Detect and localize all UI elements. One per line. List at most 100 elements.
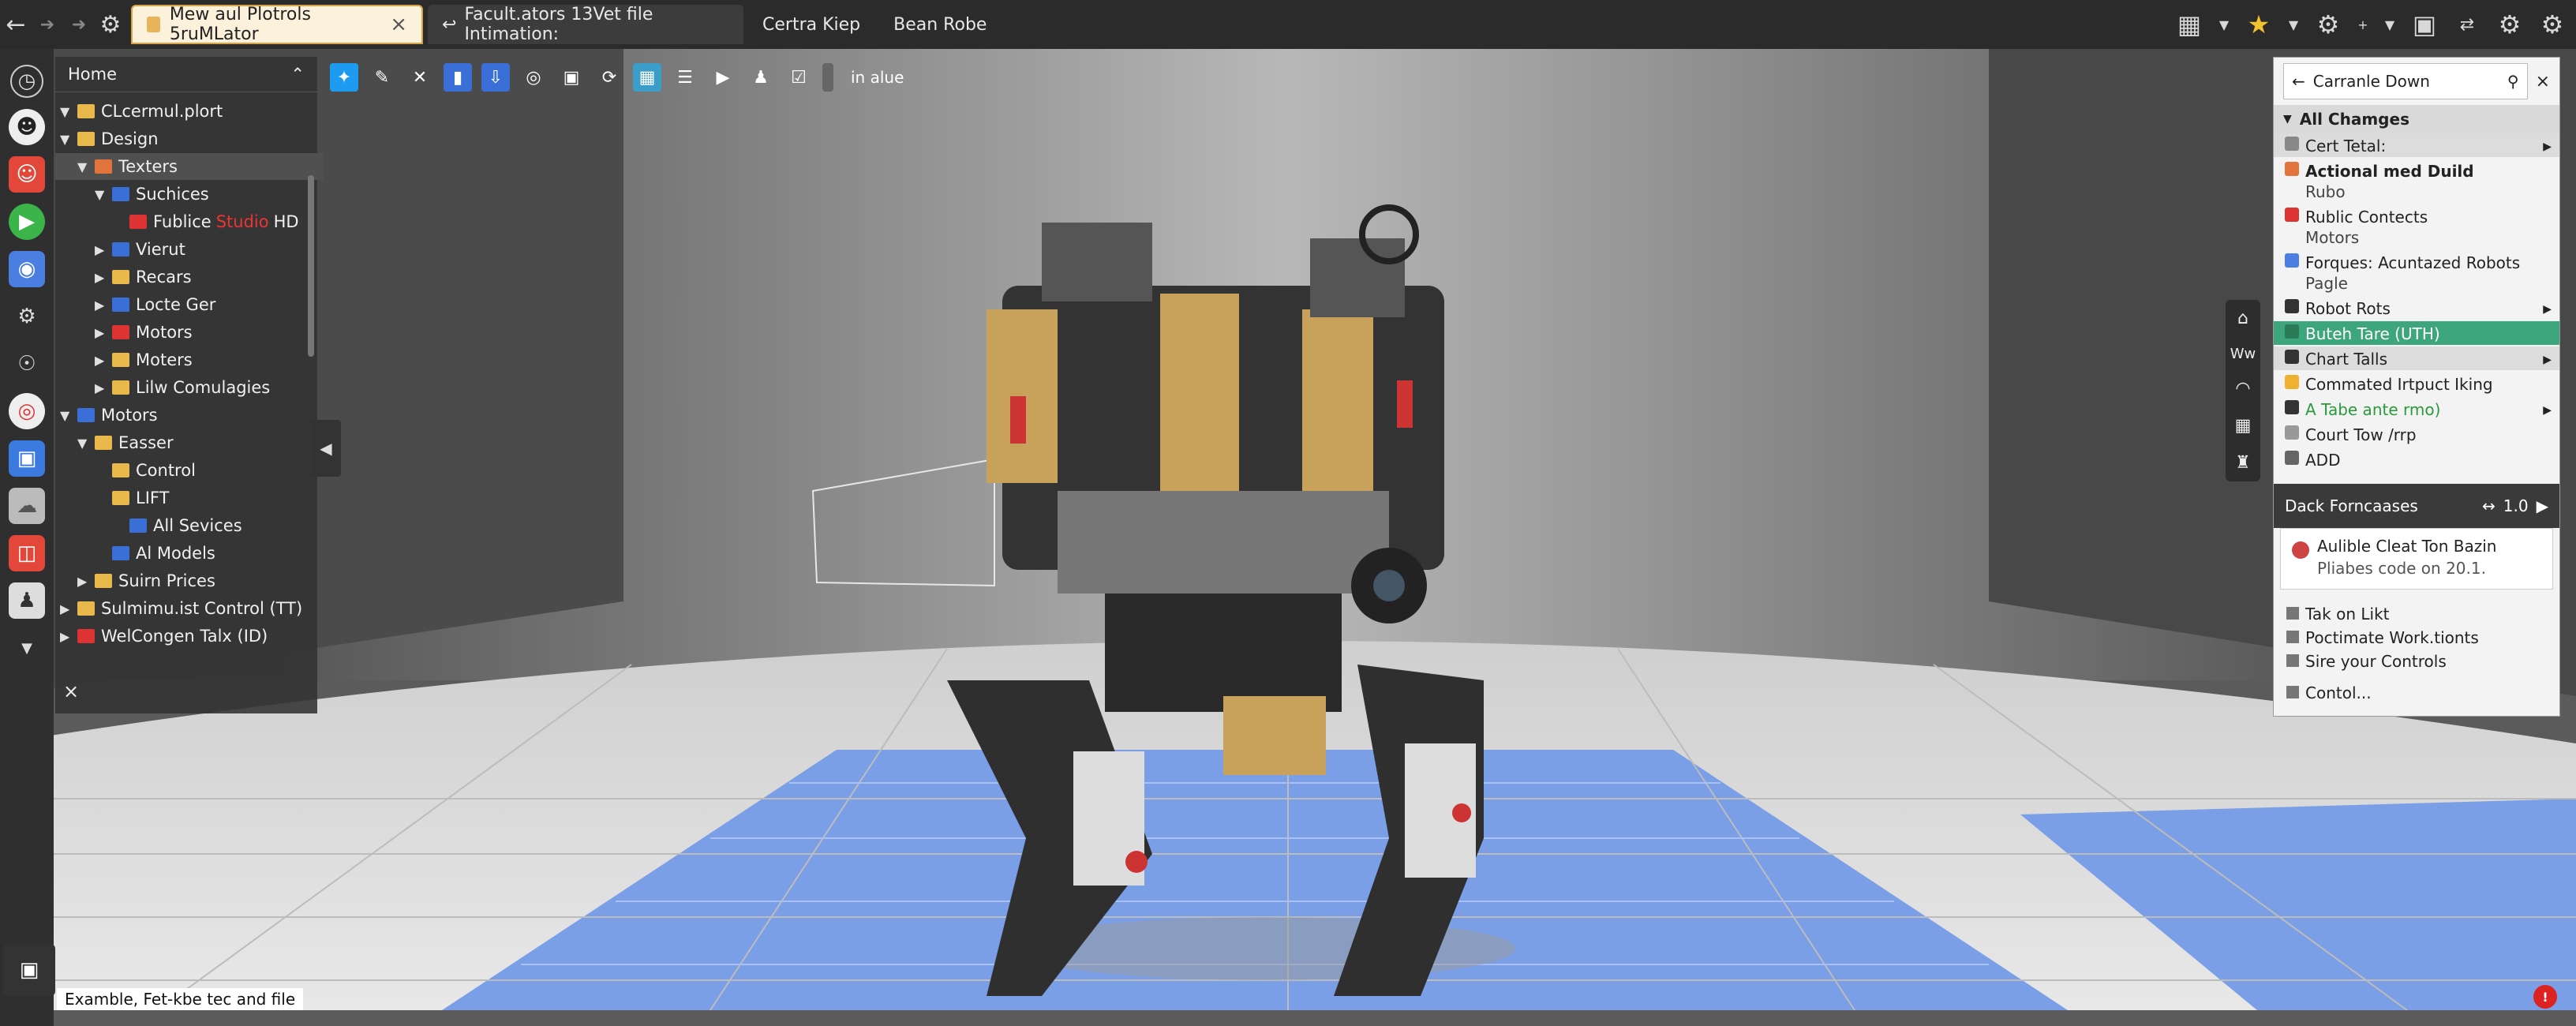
camera-icon[interactable]: ◉	[9, 251, 45, 287]
tree-item[interactable]: ▶ Moters	[95, 346, 193, 373]
tree-item[interactable]: Control	[95, 457, 196, 484]
tree-item[interactable]: ▼ CLcermul.plort	[60, 98, 223, 125]
chevron-right-icon[interactable]: ▶	[2543, 350, 2552, 370]
all-changes-header[interactable]: ▼ All Chamges	[2274, 105, 2559, 133]
tree-item[interactable]: Al Models	[95, 540, 215, 567]
tab-certra-kiep[interactable]: Certra Kiep	[748, 5, 874, 44]
back-icon[interactable]: ←	[0, 11, 32, 39]
network-icon[interactable]: ☉	[9, 346, 45, 382]
tab-bean-robe[interactable]: Bean Robe	[879, 5, 1001, 44]
brush-icon[interactable]: ✎	[368, 63, 396, 92]
settings-icon[interactable]: ⚙	[9, 298, 45, 335]
list-icon[interactable]: ☰	[671, 63, 699, 92]
alert-badge[interactable]: !	[2533, 985, 2557, 1009]
tree-item[interactable]: ▼ Easser	[77, 429, 174, 456]
action-item[interactable]: Contol...	[2274, 681, 2559, 705]
cross-icon[interactable]: ✕	[406, 63, 434, 92]
chevron-right-icon[interactable]: ▶	[2543, 299, 2552, 320]
collapsed-icon[interactable]: ▶	[95, 380, 112, 395]
tree-item[interactable]: ▶ Vierut	[95, 236, 185, 263]
collapsed-icon[interactable]: ▶	[95, 270, 112, 285]
change-item[interactable]: Forques: Acuntazed Robots Pagle	[2274, 250, 2559, 294]
change-item[interactable]: Cert Tetal: ▶	[2274, 133, 2559, 157]
chevron-right-icon[interactable]: ▶	[2543, 400, 2552, 421]
tree-item[interactable]: ▶ Recars	[95, 264, 192, 290]
change-item[interactable]: Court Tow /rrp	[2274, 422, 2559, 446]
marker-icon[interactable]	[822, 63, 833, 92]
chevron-right-icon[interactable]: ▶	[2543, 137, 2552, 157]
chevron-down-icon[interactable]: ▼	[9, 630, 45, 666]
search-input[interactable]: ← Carranle Down ⚲	[2283, 63, 2528, 99]
tree-item[interactable]: ▶ Locte Ger	[95, 291, 215, 318]
profile-icon[interactable]: ☺	[9, 156, 45, 193]
tab-simulator[interactable]: Mew aul Plotrols 5ruMLator ×	[131, 5, 423, 44]
tree-item[interactable]: ▶ Lilw Comulagies	[95, 374, 270, 401]
close-tab-icon[interactable]: ×	[390, 13, 407, 36]
gallery-icon[interactable]: ▦	[633, 63, 661, 92]
contact-icon[interactable]: ♟	[9, 582, 45, 619]
tree-item[interactable]: ▶ WelCongen Talx (ID)	[60, 623, 268, 650]
panel-icon[interactable]: ▦	[2235, 416, 2252, 436]
expand-icon[interactable]: ▼	[60, 408, 77, 423]
chevron-up-icon[interactable]: ⌃	[290, 65, 305, 84]
forecast-bar[interactable]: Dack Forncaases ↔ 1.0 ▶	[2274, 484, 2559, 528]
cloud-icon[interactable]: ☁	[9, 488, 45, 524]
tree-item[interactable]: ▼ Texters	[55, 153, 324, 180]
cube-icon[interactable]: ▣	[9, 440, 45, 477]
tree-item[interactable]: ▶ Sulmimu.ist Control (TT)	[60, 595, 302, 622]
robot-icon[interactable]: ▣	[557, 63, 586, 92]
person-icon[interactable]: ♟	[747, 63, 775, 92]
browser-icon[interactable]: ◎	[9, 393, 45, 429]
tree-item[interactable]: All Sevices	[112, 512, 242, 539]
notice-card[interactable]: Aulible Cleat Ton Bazin Pliabes code on …	[2280, 528, 2553, 590]
tree-item[interactable]: ▼ Design	[60, 125, 159, 152]
collapse-panel-button[interactable]: ◀	[311, 420, 341, 477]
expand-icon[interactable]: ▼	[77, 159, 95, 174]
download-icon[interactable]: ⇩	[481, 63, 510, 92]
tree-item[interactable]: ▼ Suchices	[95, 181, 209, 208]
chevron-down-icon[interactable]: ▼	[2382, 17, 2398, 32]
play-icon[interactable]: ▶	[9, 204, 45, 240]
gear-icon[interactable]: ⚙	[95, 11, 126, 39]
ww-icon[interactable]: Ww	[2230, 346, 2256, 362]
forward-icon-2[interactable]: ➜	[63, 15, 95, 35]
change-item[interactable]: Rublic Contects Motors	[2274, 204, 2559, 249]
change-item[interactable]: Robot Rots ▶	[2274, 296, 2559, 320]
tree-close-icon[interactable]: ×	[63, 680, 79, 702]
frame-icon[interactable]: ▣	[2409, 9, 2440, 39]
clock-icon[interactable]: ◷	[10, 65, 43, 98]
change-item[interactable]: Actional med Duild Rubo	[2274, 159, 2559, 203]
gear-icon[interactable]: ⚙	[2537, 9, 2568, 39]
star-icon[interactable]: ★	[2243, 9, 2275, 39]
collapsed-icon[interactable]: ▶	[95, 298, 112, 313]
tree-item[interactable]: Fublice Studio HD	[112, 208, 299, 235]
plus-icon[interactable]: +	[2355, 17, 2371, 32]
settings-icon[interactable]: ⚙	[2312, 9, 2344, 39]
target-icon[interactable]: ◎	[519, 63, 548, 92]
3d-viewport[interactable]	[0, 49, 2576, 1010]
action-item[interactable]: Sire your Controls	[2274, 650, 2559, 673]
user-icon[interactable]: ☻	[9, 109, 45, 145]
forward-icon[interactable]: ➔	[32, 15, 63, 35]
chart-icon[interactable]: ▮	[444, 63, 472, 92]
expand-icon[interactable]: ▼	[95, 187, 112, 202]
change-item[interactable]: Buteh Tare (UTH)	[2274, 321, 2559, 345]
home-icon[interactable]: ⌂	[2237, 309, 2248, 328]
expand-icon[interactable]: ▼	[60, 104, 77, 119]
tree-item[interactable]: ▶ Suirn Prices	[77, 567, 215, 594]
tree-item[interactable]: ▶ Motors	[95, 319, 193, 346]
tree-item[interactable]: ▼ Motors	[60, 402, 158, 429]
action-item[interactable]: Tak on Likt	[2274, 602, 2559, 626]
arc-icon[interactable]: ◠	[2235, 379, 2250, 399]
expand-icon[interactable]: ▼	[77, 436, 95, 451]
expand-icon[interactable]: ▼	[60, 132, 77, 147]
close-icon[interactable]: ×	[2536, 72, 2550, 92]
tab-facultators[interactable]: ↩ Facult.ators 13Vet file Intimation:	[428, 5, 743, 44]
change-item[interactable]: A Tabe ante rmo) ▶	[2274, 397, 2559, 421]
chevron-down-icon[interactable]: ▼	[2286, 17, 2301, 32]
layers-icon[interactable]: ◫	[9, 535, 45, 571]
twitter-icon[interactable]: ✦	[330, 63, 358, 92]
arrows-icon[interactable]: ⇄	[2451, 15, 2483, 35]
action-item[interactable]: Poctimate Work.tionts	[2274, 626, 2559, 650]
search-icon[interactable]: ⚲	[2507, 72, 2519, 91]
